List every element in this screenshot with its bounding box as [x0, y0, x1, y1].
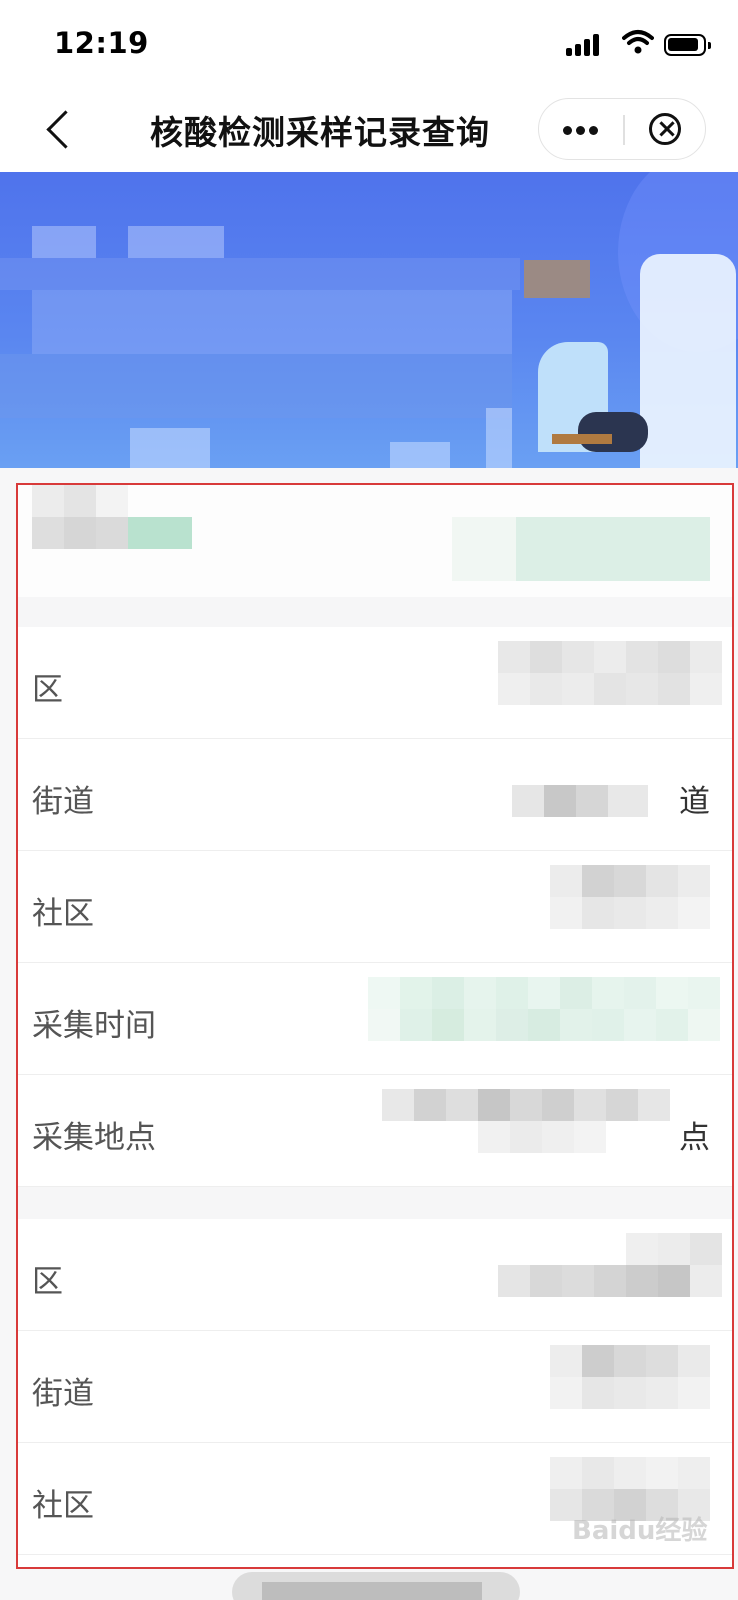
row-label: 区 [32, 672, 63, 708]
blurred-name [32, 485, 212, 549]
page-title: 核酸检测采样记录查询 [150, 113, 490, 152]
nav-bar: 核酸检测采样记录查询 × [0, 88, 738, 172]
blurred-value [368, 977, 722, 1041]
more-icon[interactable] [539, 99, 623, 159]
section-2: 区 街道 社区 [18, 1219, 732, 1555]
row-value: 点 [679, 1120, 710, 1156]
blurred-value [498, 1233, 722, 1297]
back-icon[interactable] [38, 106, 82, 154]
pixelated-block [0, 258, 520, 290]
bottom-blurred-bar [232, 1572, 520, 1600]
row-street: 街道 [18, 1331, 732, 1443]
status-time: 12:19 [54, 26, 149, 60]
status-bar: 12:19 [0, 0, 738, 88]
person-head [524, 260, 590, 298]
row-collection-time: 采集时间 [18, 963, 732, 1075]
city-skyline [390, 442, 450, 468]
chair [552, 434, 612, 444]
row-district: 区 [18, 627, 732, 739]
blurred-value [512, 753, 672, 817]
row-label: 社区 [32, 1488, 94, 1524]
pixelated-block [0, 354, 512, 418]
screen: 12:19 核酸检测采样记录查询 × 区 街道 道 社区 采集时间 采集地点 点… [0, 0, 738, 1600]
section-1: 区 街道 道 社区 采集时间 采集地点 点 [18, 627, 732, 1187]
city-skyline [130, 428, 210, 468]
row-label: 采集时间 [32, 1008, 156, 1044]
close-glyph: × [656, 114, 678, 144]
pixelated-block [32, 290, 512, 354]
row-community: 社区 [18, 851, 732, 963]
blurred-value [498, 641, 722, 705]
battery-icon [664, 34, 711, 56]
blurred-value [550, 865, 710, 929]
row-label: 区 [32, 1264, 63, 1300]
doctor-figure [640, 254, 736, 468]
pixelated-block [128, 226, 224, 258]
pixelated-block [32, 226, 96, 258]
record-panel: 区 街道 道 社区 采集时间 采集地点 点 区 街道 社区 [16, 483, 734, 1569]
person-leg [578, 412, 648, 452]
wifi-icon [622, 30, 654, 54]
signal-icon [566, 32, 606, 56]
row-street: 街道 道 [18, 739, 732, 851]
close-icon[interactable]: × [623, 99, 707, 159]
row-district: 区 [18, 1219, 732, 1331]
city-skyline [486, 408, 512, 468]
row-label: 街道 [32, 1376, 94, 1412]
watermark: Baidu经验 [572, 1516, 708, 1546]
banner-illustration [0, 172, 738, 468]
row-collection-site: 采集地点 点 [18, 1075, 732, 1187]
blurred-value [550, 1345, 710, 1409]
row-label: 采集地点 [32, 1120, 156, 1156]
row-label: 街道 [32, 784, 94, 820]
row-label: 社区 [32, 896, 94, 932]
blurred-status [452, 517, 722, 581]
row-value: 道 [679, 784, 710, 820]
mini-program-capsule: × [538, 98, 706, 160]
blurred-value [382, 1089, 672, 1153]
